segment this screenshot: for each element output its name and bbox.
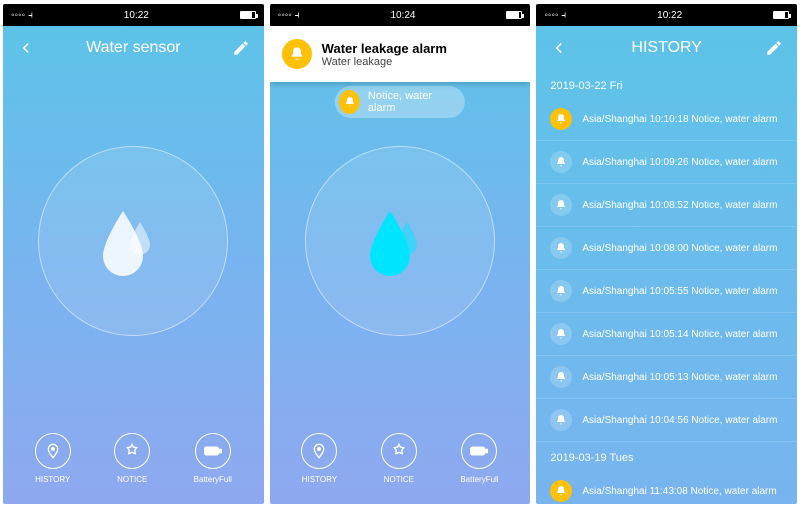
status-bar: ◦◦◦◦ ⫞ 10:24	[270, 4, 531, 26]
status-time: 10:24	[390, 10, 415, 21]
battery-icon	[506, 11, 522, 19]
battery-icon	[240, 11, 256, 19]
history-button[interactable]: HISTORY	[301, 433, 337, 484]
screen-history: ◦◦◦◦ ⫞ 10:22 HISTORY 2019-03-22 Fri Asia…	[536, 4, 797, 504]
history-row[interactable]: Asia/Shanghai 11:43:08 Notice, water ala…	[536, 470, 797, 504]
history-text: Asia/Shanghai 11:43:08 Notice, water ala…	[582, 486, 776, 497]
screen-alarm: ◦◦◦◦ ⫞ 10:24 Water leakage alarm Water l…	[270, 4, 531, 504]
edit-button[interactable]	[232, 39, 250, 57]
history-row[interactable]: Asia/Shanghai 10:04:56 Notice, water ala…	[536, 399, 797, 442]
history-row[interactable]: Asia/Shanghai 10:05:14 Notice, water ala…	[536, 313, 797, 356]
battery-button[interactable]: BatteryFull	[194, 433, 232, 484]
history-row[interactable]: Asia/Shanghai 10:10:18 Notice, water ala…	[536, 98, 797, 141]
history-text: Asia/Shanghai 10:05:13 Notice, water ala…	[582, 372, 777, 383]
bottom-nav: HISTORY NOTICE BatteryFull	[3, 433, 264, 484]
date-header: 2019-03-22 Fri	[536, 70, 797, 98]
bell-icon	[550, 480, 572, 502]
history-text: Asia/Shanghai 10:05:55 Notice, water ala…	[582, 286, 777, 297]
alarm-pill[interactable]: Notice, water alarm	[335, 86, 465, 118]
history-text: Asia/Shanghai 10:05:14 Notice, water ala…	[582, 329, 777, 340]
signal-icon: ◦◦◦◦ ⫞	[544, 10, 566, 21]
back-button[interactable]	[17, 39, 35, 57]
bell-icon	[550, 409, 572, 431]
notice-button[interactable]: NOTICE	[114, 433, 150, 484]
history-text: Asia/Shanghai 10:09:26 Notice, water ala…	[582, 157, 777, 168]
date-header: 2019-03-19 Tues	[536, 442, 797, 470]
water-drop-icon	[360, 201, 440, 281]
history-row[interactable]: Asia/Shanghai 10:08:00 Notice, water ala…	[536, 227, 797, 270]
sensor-circle	[38, 146, 228, 336]
header: HISTORY	[536, 26, 797, 70]
battery-button[interactable]: BatteryFull	[460, 433, 498, 484]
bell-icon	[282, 39, 312, 69]
bell-icon	[339, 90, 360, 114]
bell-icon	[550, 194, 572, 216]
history-row[interactable]: Asia/Shanghai 10:05:55 Notice, water ala…	[536, 270, 797, 313]
bell-icon	[550, 280, 572, 302]
battery-icon	[773, 11, 789, 19]
history-button[interactable]: HISTORY	[35, 433, 71, 484]
history-text: Asia/Shanghai 10:08:52 Notice, water ala…	[582, 200, 777, 211]
history-text: Asia/Shanghai 10:04:56 Notice, water ala…	[582, 415, 777, 426]
status-time: 10:22	[124, 10, 149, 21]
status-bar: ◦◦◦◦ ⫞ 10:22	[3, 4, 264, 26]
signal-icon: ◦◦◦◦ ⫞	[11, 10, 33, 21]
history-text: Asia/Shanghai 10:10:18 Notice, water ala…	[582, 114, 777, 125]
app-body: Water sensor HISTORY NOTICE BatteryFull	[3, 26, 264, 504]
edit-button[interactable]	[765, 39, 783, 57]
history-row[interactable]: Asia/Shanghai 10:05:13 Notice, water ala…	[536, 356, 797, 399]
back-button[interactable]	[550, 39, 568, 57]
page-title: Water sensor	[86, 39, 181, 57]
history-text: Asia/Shanghai 10:08:00 Notice, water ala…	[582, 243, 777, 254]
status-time: 10:22	[657, 10, 682, 21]
history-body: HISTORY 2019-03-22 Fri Asia/Shanghai 10:…	[536, 26, 797, 504]
bell-icon	[550, 237, 572, 259]
notification-text: Water leakage alarm Water leakage	[322, 41, 447, 68]
header: Water sensor	[3, 26, 264, 70]
signal-icon: ◦◦◦◦ ⫞	[278, 10, 300, 21]
bell-icon	[550, 108, 572, 130]
status-bar: ◦◦◦◦ ⫞ 10:22	[536, 4, 797, 26]
page-title: HISTORY	[631, 39, 702, 57]
screen-water-sensor: ◦◦◦◦ ⫞ 10:22 Water sensor HISTORY	[3, 4, 264, 504]
notification-banner[interactable]: Water leakage alarm Water leakage	[270, 26, 531, 82]
bell-icon	[550, 366, 572, 388]
history-row[interactable]: Asia/Shanghai 10:08:52 Notice, water ala…	[536, 184, 797, 227]
bell-icon	[550, 151, 572, 173]
water-drop-icon	[93, 201, 173, 281]
bottom-nav: HISTORY NOTICE BatteryFull	[270, 433, 531, 484]
history-row[interactable]: Asia/Shanghai 10:09:26 Notice, water ala…	[536, 141, 797, 184]
bell-icon	[550, 323, 572, 345]
sensor-circle	[305, 146, 495, 336]
notice-button[interactable]: NOTICE	[381, 433, 417, 484]
app-body: Water leakage alarm Water leakage Notice…	[270, 26, 531, 504]
